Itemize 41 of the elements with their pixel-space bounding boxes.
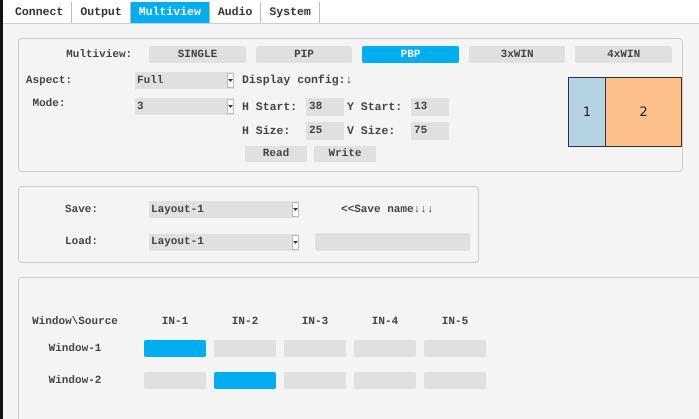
dropdown-arrow-icon	[293, 208, 298, 211]
mode-dropdown[interactable]: 3	[135, 98, 234, 115]
save-dropdown[interactable]: Layout-1	[149, 201, 299, 218]
source-label: IN-3	[300, 316, 330, 328]
source-label: IN-2	[230, 316, 260, 328]
dropdown-arrow-icon	[228, 105, 233, 108]
dropdown-arrow-icon	[293, 240, 298, 244]
field-label: H Start:	[242, 100, 298, 114]
mode-button[interactable]: PIP	[256, 46, 352, 63]
routing-toggle[interactable]	[144, 340, 206, 357]
source-label: IN-4	[370, 316, 400, 328]
save-label: Save:	[65, 204, 100, 216]
corner-label: Window\Source	[31, 316, 119, 328]
field-label: V Size:	[347, 124, 396, 138]
mode-label: Mode:	[31, 98, 66, 110]
action-button[interactable]: Write	[314, 146, 376, 162]
source-label: IN-5	[440, 316, 470, 328]
field-label: H Size:	[242, 124, 292, 138]
mode-button[interactable]: 4xWIN	[575, 46, 672, 63]
display-config-label: Display config:↓	[242, 74, 352, 87]
preview-window: 2	[606, 78, 681, 146]
input-field[interactable]: 38	[306, 98, 344, 116]
save-name-hint: <<Save name↓↓↓	[341, 204, 434, 216]
preview-window: 1	[569, 78, 606, 146]
load-dropdown[interactable]: Layout-1	[149, 234, 299, 250]
action-button[interactable]: Read	[245, 146, 307, 162]
input-field[interactable]: 25	[306, 122, 344, 140]
input-field[interactable]: 13	[411, 98, 449, 116]
window-label: Window-2	[48, 374, 102, 386]
field-label: Y Start:	[347, 100, 404, 114]
mode-button[interactable]: SINGLE	[149, 46, 246, 63]
source-label: IN-1	[160, 316, 190, 328]
aspect-dropdown[interactable]: Full	[135, 72, 234, 89]
load-label: Load:	[65, 236, 100, 248]
mode-button[interactable]: 3xWIN	[468, 46, 566, 63]
window-label: Window-1	[48, 342, 102, 354]
aspect-label: Aspect:	[24, 74, 74, 86]
input-field[interactable]: 75	[411, 122, 449, 140]
routing-toggle[interactable]	[214, 372, 276, 389]
multiview-label: Multiview:	[65, 48, 132, 60]
dropdown-arrow-icon	[228, 79, 233, 82]
